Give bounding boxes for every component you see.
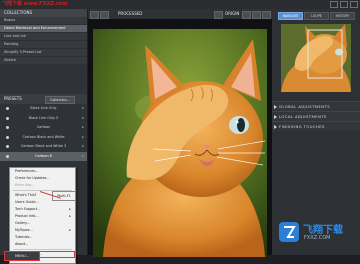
arrow-right-icon: ▸ [82,106,84,110]
processed-label: PROCESSED [118,11,143,16]
favorite-dot-icon[interactable] [6,154,9,158]
navigator-kitten-thumbnail [281,24,351,92]
preset-item[interactable]: Black Line Only 5 ▸ [0,114,87,124]
preset-item[interactable]: Black Line Only ▸ [0,104,87,114]
kitten-photo [93,29,267,257]
menu-item-gallery[interactable]: Gallery... [10,220,75,227]
left-panel: COLLECTIONS Basics Detail Retrieval and … [0,9,87,264]
menu-separator [13,249,72,250]
zoom-icon[interactable] [242,11,251,19]
collections-list: Basics Detail Retrieval and Enhancement … [0,17,87,65]
arrow-right-icon: ▸ [82,125,84,129]
favorite-dot-icon[interactable] [6,135,9,139]
arrow-right-icon: ▸ [82,153,84,158]
logo-text: 飞翔下载 [303,225,343,236]
view-toolbar: PROCESSED ORIGIN [88,9,272,19]
favorite-dot-icon[interactable] [6,116,9,120]
menu-item-tech-support[interactable]: Tech Support... ▸ [10,206,75,213]
preset-item[interactable]: Cartoon Black and White ▸ [0,133,87,143]
site-logo: 飞翔下载 FXXZ.COM [277,219,357,247]
menu-item-preferences[interactable]: Preferences... [10,168,75,175]
view-tabs: NAVIGATE LOUPE HISTORY [278,12,355,20]
expand-triangle-icon [274,114,277,119]
single-view-icon[interactable] [90,11,99,19]
collection-item[interactable]: Line and Ink [0,33,87,41]
preset-item[interactable]: Cartoon Black and White 3 ▸ [0,142,87,152]
favorite-dot-icon[interactable] [6,145,9,148]
collection-item[interactable]: Simplify 3 Preset List [0,49,87,57]
favorite-dot-icon[interactable] [6,126,9,129]
watermark-text: 飞翔下载 www.FXXZ.com [2,1,68,7]
favorite-dot-icon[interactable] [6,107,9,110]
submenu-arrow-icon: ▸ [69,228,71,232]
submenu-arrow-icon: ▸ [69,214,71,218]
title-bar: 飞翔下载 www.FXXZ.com [0,0,360,9]
expand-triangle-icon [274,124,277,129]
collection-item[interactable]: Detail Retrieval and Enhancement [0,25,87,33]
help-context-menu: Preferences... Check for Updates... Ente… [9,167,76,264]
navigator-thumbnail[interactable] [281,24,351,92]
original-label: ORIGIN [225,11,240,16]
fit-icon[interactable] [252,11,261,19]
collection-item[interactable]: Painting [0,41,87,49]
right-panel: NAVIGATE LOUPE HISTORY GLOBAL ADJUSTMENT… [272,9,360,255]
close-icon[interactable] [350,1,358,8]
compare-icon[interactable] [214,11,223,19]
menu-item-enter-key[interactable]: Enter Key... [10,182,75,189]
collection-item[interactable]: Basics [0,17,87,25]
section-global-adjustments[interactable]: GLOBAL ADJUSTMENTS [272,101,360,111]
menu-item-about[interactable]: About... [10,241,75,248]
menu-item-mytopaz[interactable]: MyTopaz... ▸ [10,227,75,234]
submenu-arrow-icon: ▸ [69,207,71,211]
window-controls [330,1,358,8]
arrow-right-icon: ▸ [82,134,84,139]
collections-header[interactable]: COLLECTIONS [0,9,87,17]
section-local-adjustments[interactable]: LOCAL ADJUSTMENTS [272,111,360,121]
collection-dropdown[interactable]: Collection... [45,96,75,104]
menu-item-tutorials[interactable]: Tutorials... [10,234,75,241]
kitten-illustration [93,29,267,257]
tab-loupe[interactable]: LOUPE [304,12,329,20]
tab-navigate[interactable]: NAVIGATE [278,12,303,20]
image-canvas[interactable] [88,19,272,257]
split-view-icon[interactable] [100,11,109,19]
maximize-icon[interactable] [340,1,348,8]
logo-subtext: FXXZ.COM [304,235,331,241]
arrow-right-icon: ▸ [82,115,84,120]
expand-triangle-icon [274,104,277,109]
collection-item[interactable]: Sketch [0,57,87,65]
presets-list: Black Line Only ▸ Black Line Only 5 ▸ Cart… [0,104,87,174]
section-finishing-touches[interactable]: FINISHING TOUCHES [272,121,360,131]
minimize-icon[interactable] [330,1,338,8]
preset-item-selected[interactable]: Cartoon 6 ▸ [0,151,87,161]
presets-title: PRESETS [4,96,22,101]
menu-button[interactable]: MENU... [4,251,40,261]
hand-tool-icon[interactable] [262,11,271,19]
arrow-right-icon: ▸ [82,144,84,148]
menu-item-check-updates[interactable]: Check for Updates... [10,175,75,182]
presets-header: PRESETS Collection... [0,94,87,104]
preset-item[interactable]: Cartoon ▸ [0,123,87,133]
menu-item-product-info[interactable]: Product Info... ▸ [10,213,75,220]
tab-history[interactable]: HISTORY [330,12,355,20]
